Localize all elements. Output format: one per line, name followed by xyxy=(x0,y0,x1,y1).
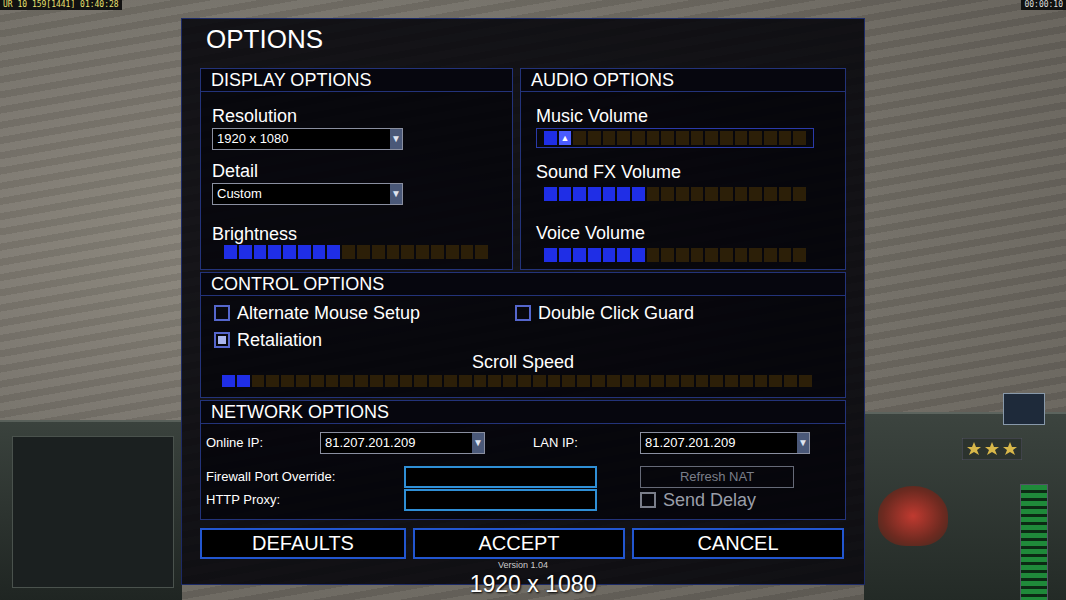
display-options-panel: DISPLAY OPTIONS Resolution 1920 x 1080 ▼… xyxy=(200,68,513,270)
send-delay-checkbox-row[interactable]: Send Delay xyxy=(640,490,756,510)
brightness-slider[interactable] xyxy=(224,245,488,259)
checkbox[interactable] xyxy=(214,305,230,321)
lan-ip-dropdown[interactable]: 81.207.201.209 ▼ xyxy=(640,432,810,454)
checkbox-row[interactable]: Alternate Mouse Setup xyxy=(214,303,515,323)
radar-icon[interactable] xyxy=(1003,393,1045,425)
field-label: Firewall Port Override: xyxy=(206,469,404,485)
dropdown-arrow-icon[interactable]: ▼ xyxy=(390,129,402,149)
field-label: HTTP Proxy: xyxy=(206,492,404,508)
checkbox[interactable] xyxy=(214,332,230,348)
network-options-panel: NETWORK OPTIONS Online IP: 81.207.201.20… xyxy=(200,400,846,520)
panel-header: NETWORK OPTIONS xyxy=(201,401,845,424)
slider-label: Voice Volume xyxy=(536,222,845,244)
control-options-panel: CONTROL OPTIONS Alternate Mouse Setup Do… xyxy=(200,272,846,398)
dropdown-arrow-icon[interactable]: ▼ xyxy=(797,433,809,453)
slider-label: Scroll Speed xyxy=(201,352,845,372)
text-field[interactable] xyxy=(404,489,597,511)
minimap-panel xyxy=(0,420,182,600)
panel-header: CONTROL OPTIONS xyxy=(201,273,845,296)
refresh-nat-button[interactable]: Refresh NAT xyxy=(640,466,794,488)
options-dialog: OPTIONS DISPLAY OPTIONS Resolution 1920 … xyxy=(181,18,865,585)
dropdown[interactable]: Custom ▼ xyxy=(212,183,403,205)
debug-info: UR 10 159[1441] 01:40:28 xyxy=(0,0,122,10)
checkbox-row[interactable]: Retaliation xyxy=(214,330,515,350)
panel-header: DISPLAY OPTIONS xyxy=(201,69,512,92)
volume-slider[interactable] xyxy=(536,184,814,204)
dialog-title: OPTIONS xyxy=(200,19,846,68)
text-field[interactable] xyxy=(404,466,597,488)
slider-label: Sound FX Volume xyxy=(536,161,845,183)
dropdown-arrow-icon[interactable]: ▼ xyxy=(390,184,402,204)
dialog-button[interactable]: CANCEL xyxy=(632,528,844,559)
volume-slider[interactable]: ▲ xyxy=(536,128,814,148)
resolution-notice: 1920 x 1080 xyxy=(383,571,683,597)
volume-slider[interactable] xyxy=(536,245,814,265)
field-label: Resolution xyxy=(212,105,512,127)
faction-emblem-icon xyxy=(878,486,948,546)
power-meter xyxy=(1020,484,1048,600)
rank-stars-icon xyxy=(962,438,1022,460)
checkbox[interactable] xyxy=(515,305,531,321)
slider-label: Music Volume xyxy=(536,105,845,127)
version-label: Version 1.04 xyxy=(200,560,846,571)
dialog-button[interactable]: ACCEPT xyxy=(413,528,625,559)
panel-header: AUDIO OPTIONS xyxy=(521,69,845,92)
field-label: LAN IP: xyxy=(533,435,640,451)
top-bar: UR 10 159[1441] 01:40:28 00:00:10 xyxy=(0,0,1066,10)
slider-label: Brightness xyxy=(212,223,512,245)
dropdown[interactable]: 1920 x 1080 ▼ xyxy=(212,128,403,150)
game-screen: UR 10 159[1441] 01:40:28 00:00:10 OPTION… xyxy=(0,0,1066,600)
checkbox-row[interactable]: Double Click Guard xyxy=(515,303,845,323)
scroll-speed-slider[interactable] xyxy=(222,375,812,387)
field-label: Detail xyxy=(212,160,512,182)
game-timer: 00:00:10 xyxy=(1021,0,1066,10)
checkbox[interactable] xyxy=(640,492,656,508)
audio-options-panel: AUDIO OPTIONS Music Volume ▲ Sound FX Vol… xyxy=(520,68,846,270)
minimap xyxy=(12,436,174,588)
dropdown-arrow-icon[interactable]: ▼ xyxy=(472,433,484,453)
online-ip-dropdown[interactable]: 81.207.201.209 ▼ xyxy=(320,432,485,454)
slider-thumb-icon[interactable]: ▲ xyxy=(561,133,570,143)
dialog-button[interactable]: DEFAULTS xyxy=(200,528,406,559)
field-label: Online IP: xyxy=(206,435,320,451)
